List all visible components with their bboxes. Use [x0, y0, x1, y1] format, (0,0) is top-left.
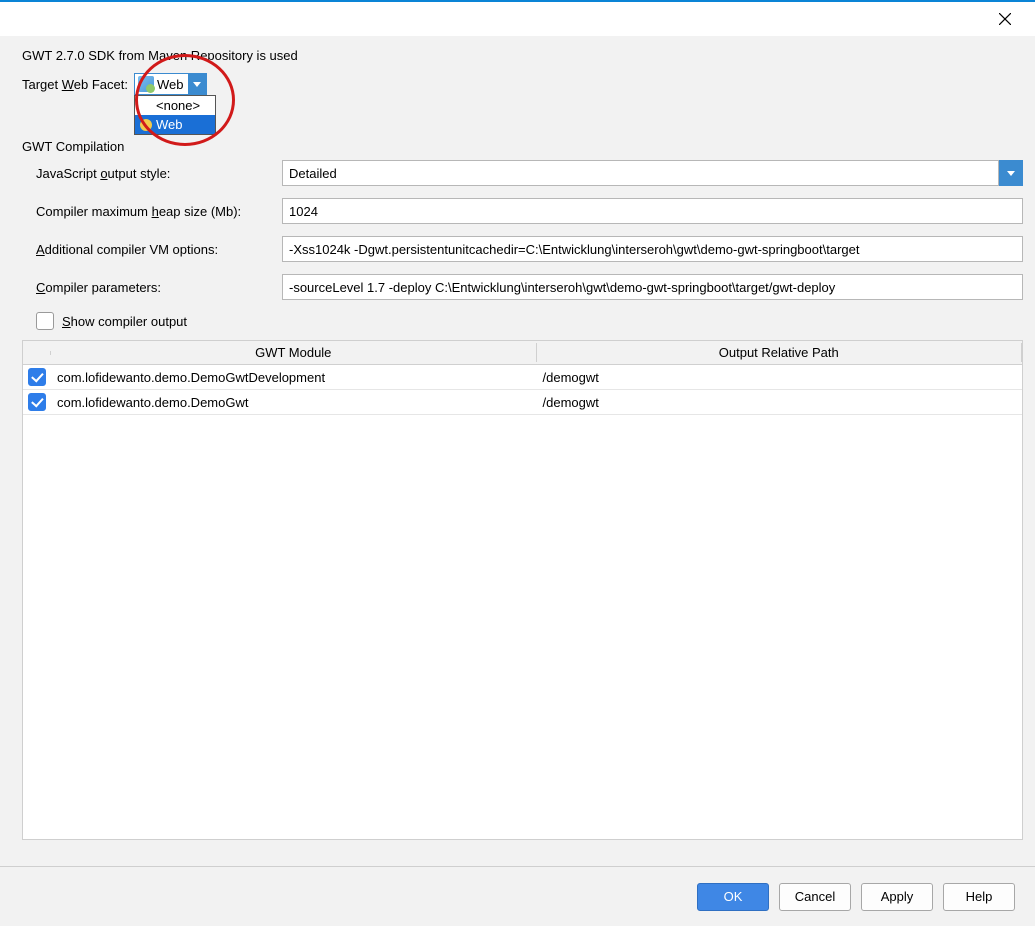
titlebar [0, 2, 1035, 36]
ok-button[interactable]: OK [697, 883, 769, 911]
help-button[interactable]: Help [943, 883, 1015, 911]
close-icon [999, 13, 1011, 25]
target-facet-combo[interactable]: Web [134, 73, 207, 95]
row-module: com.lofidewanto.demo.DemoGwtDevelopment [51, 370, 537, 385]
gwt-settings-dialog: GWT 2.7.0 SDK from Maven Repository is u… [0, 0, 1035, 926]
table-header-path: Output Relative Path [537, 343, 1023, 362]
target-facet-row: Target Web Facet: Web <none> Web [22, 73, 1023, 95]
compiler-params-label: Compiler parameters: [22, 280, 282, 295]
apply-button[interactable]: Apply [861, 883, 933, 911]
vm-options-row: Additional compiler VM options: [22, 230, 1023, 268]
dropdown-option-web[interactable]: Web [135, 115, 215, 134]
table-row[interactable]: com.lofidewanto.demo.DemoGwt /demogwt [23, 390, 1022, 415]
heap-size-label: Compiler maximum heap size (Mb): [22, 204, 282, 219]
content-area: GWT 2.7.0 SDK from Maven Repository is u… [0, 36, 1035, 840]
show-compiler-output-checkbox[interactable] [36, 312, 54, 330]
web-option-icon [140, 119, 152, 131]
vm-options-label: Additional compiler VM options: [22, 242, 282, 257]
row-path: /demogwt [537, 395, 1023, 410]
table-header: GWT Module Output Relative Path [23, 341, 1022, 365]
vm-options-input[interactable] [282, 236, 1023, 262]
js-output-style-row: JavaScript output style: Detailed [22, 154, 1023, 192]
chevron-down-icon [188, 74, 206, 94]
modules-table: GWT Module Output Relative Path com.lofi… [22, 340, 1023, 840]
js-output-style-label: JavaScript output style: [22, 166, 282, 181]
js-output-style-select[interactable]: Detailed [282, 160, 1023, 186]
row-checkbox[interactable] [28, 368, 46, 386]
row-checkbox[interactable] [28, 393, 46, 411]
close-button[interactable] [985, 4, 1025, 34]
chevron-down-icon[interactable] [999, 160, 1023, 186]
heap-size-input[interactable] [282, 198, 1023, 224]
dropdown-option-none[interactable]: <none> [135, 96, 215, 115]
web-facet-icon [138, 76, 154, 92]
heap-size-row: Compiler maximum heap size (Mb): [22, 192, 1023, 230]
table-header-check [23, 351, 51, 355]
compiler-params-row: Compiler parameters: [22, 268, 1023, 306]
show-compiler-output-row: Show compiler output [22, 306, 1023, 340]
table-row[interactable]: com.lofidewanto.demo.DemoGwtDevelopment … [23, 365, 1022, 390]
target-facet-label: Target Web Facet: [22, 77, 128, 92]
compiler-params-input[interactable] [282, 274, 1023, 300]
show-compiler-output-label: Show compiler output [62, 314, 187, 329]
sdk-info-text: GWT 2.7.0 SDK from Maven Repository is u… [22, 48, 1023, 63]
gwt-compilation-heading: GWT Compilation [22, 139, 1023, 154]
js-output-style-value: Detailed [282, 160, 999, 186]
row-path: /demogwt [537, 370, 1023, 385]
target-facet-dropdown: <none> Web [134, 95, 216, 135]
target-facet-value: Web [157, 77, 188, 92]
button-bar: OK Cancel Apply Help [0, 866, 1035, 926]
cancel-button[interactable]: Cancel [779, 883, 851, 911]
row-module: com.lofidewanto.demo.DemoGwt [51, 395, 537, 410]
table-header-module: GWT Module [51, 343, 537, 362]
